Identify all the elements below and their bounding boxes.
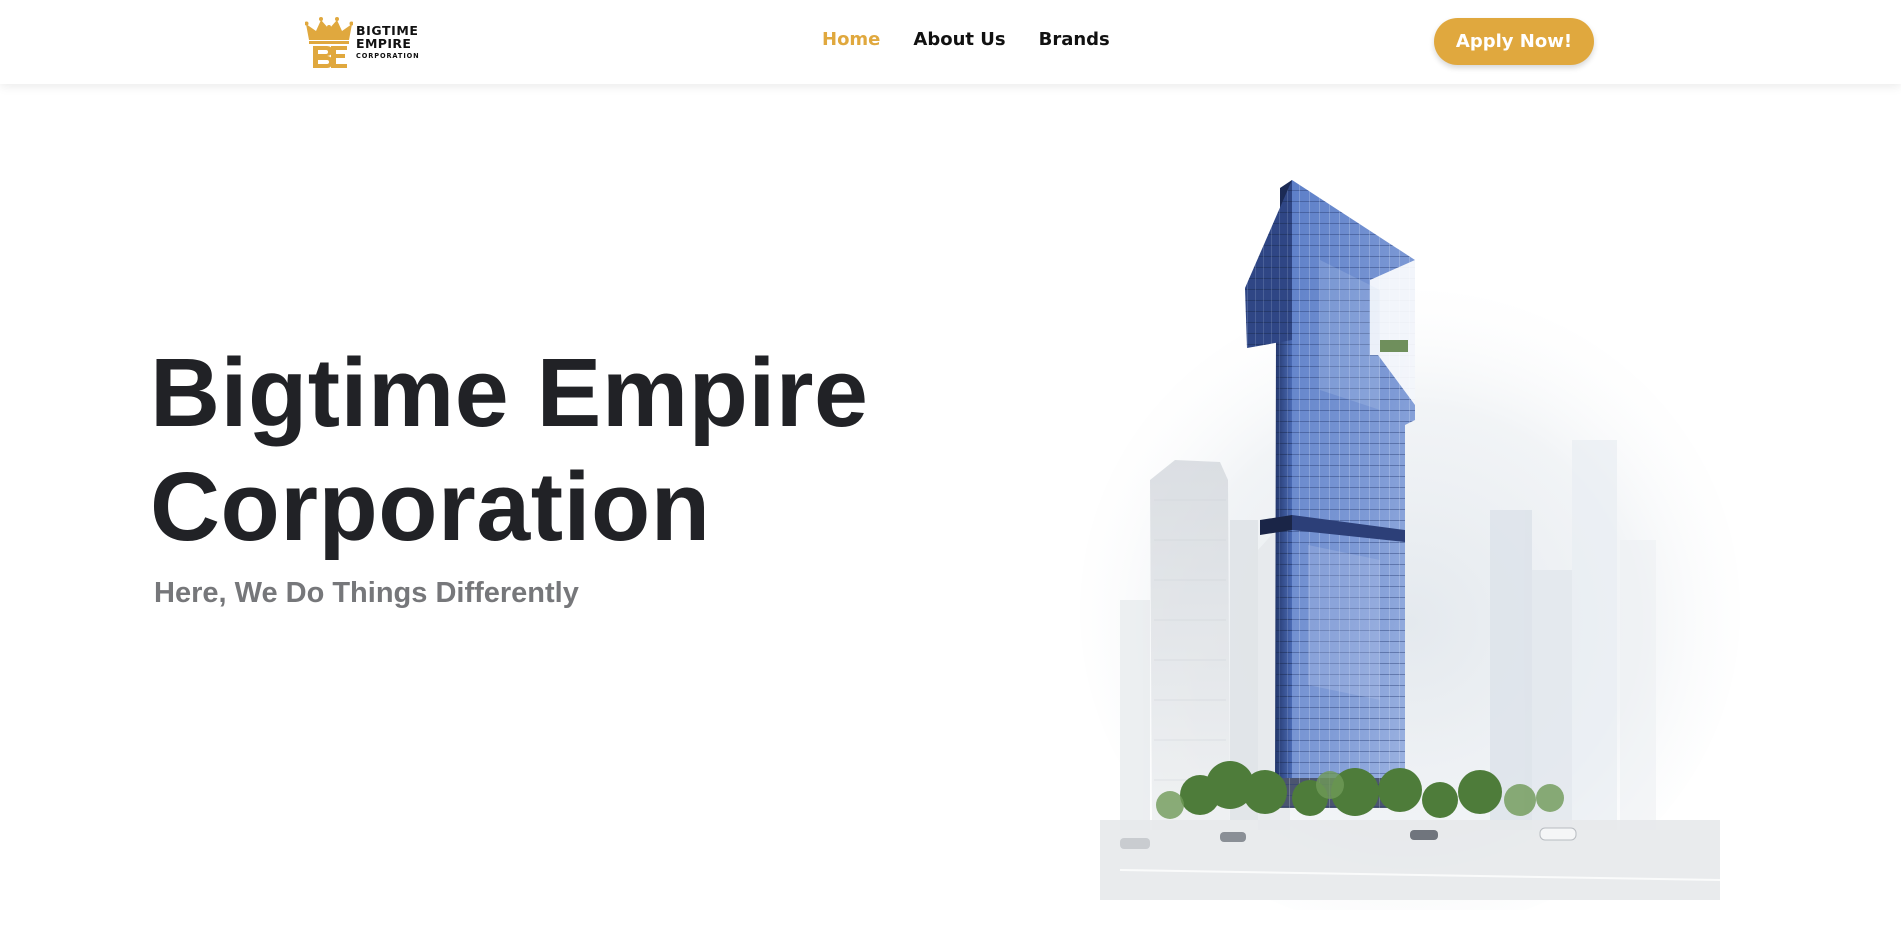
hero-title: Bigtime Empire Corporation <box>150 336 869 564</box>
hero-subtitle: Here, We Do Things Differently <box>154 577 579 609</box>
apply-now-button[interactable]: Apply Now! <box>1434 18 1594 65</box>
nav-home-link[interactable]: Home <box>822 29 880 50</box>
nav-about-us-link[interactable]: About Us <box>913 29 1005 50</box>
logo-wordmark: BIGTIME EMPIRE CORPORATION <box>356 24 420 60</box>
crown-be-monogram-icon <box>305 17 353 68</box>
site-header: BIGTIME EMPIRE CORPORATION Home About Us… <box>0 0 1901 84</box>
glass-skyscraper-illustration <box>1080 180 1740 910</box>
nav-brands-link[interactable]: Brands <box>1039 29 1110 50</box>
logo-line-2: EMPIRE <box>356 36 412 52</box>
hero-title-line-2: Corporation <box>150 452 711 561</box>
main-nav: Home About Us Brands <box>822 29 1110 50</box>
brand-logo[interactable]: BIGTIME EMPIRE CORPORATION <box>305 14 433 70</box>
hero-title-line-1: Bigtime Empire <box>150 338 869 447</box>
logo-line-3: CORPORATION <box>356 51 420 60</box>
